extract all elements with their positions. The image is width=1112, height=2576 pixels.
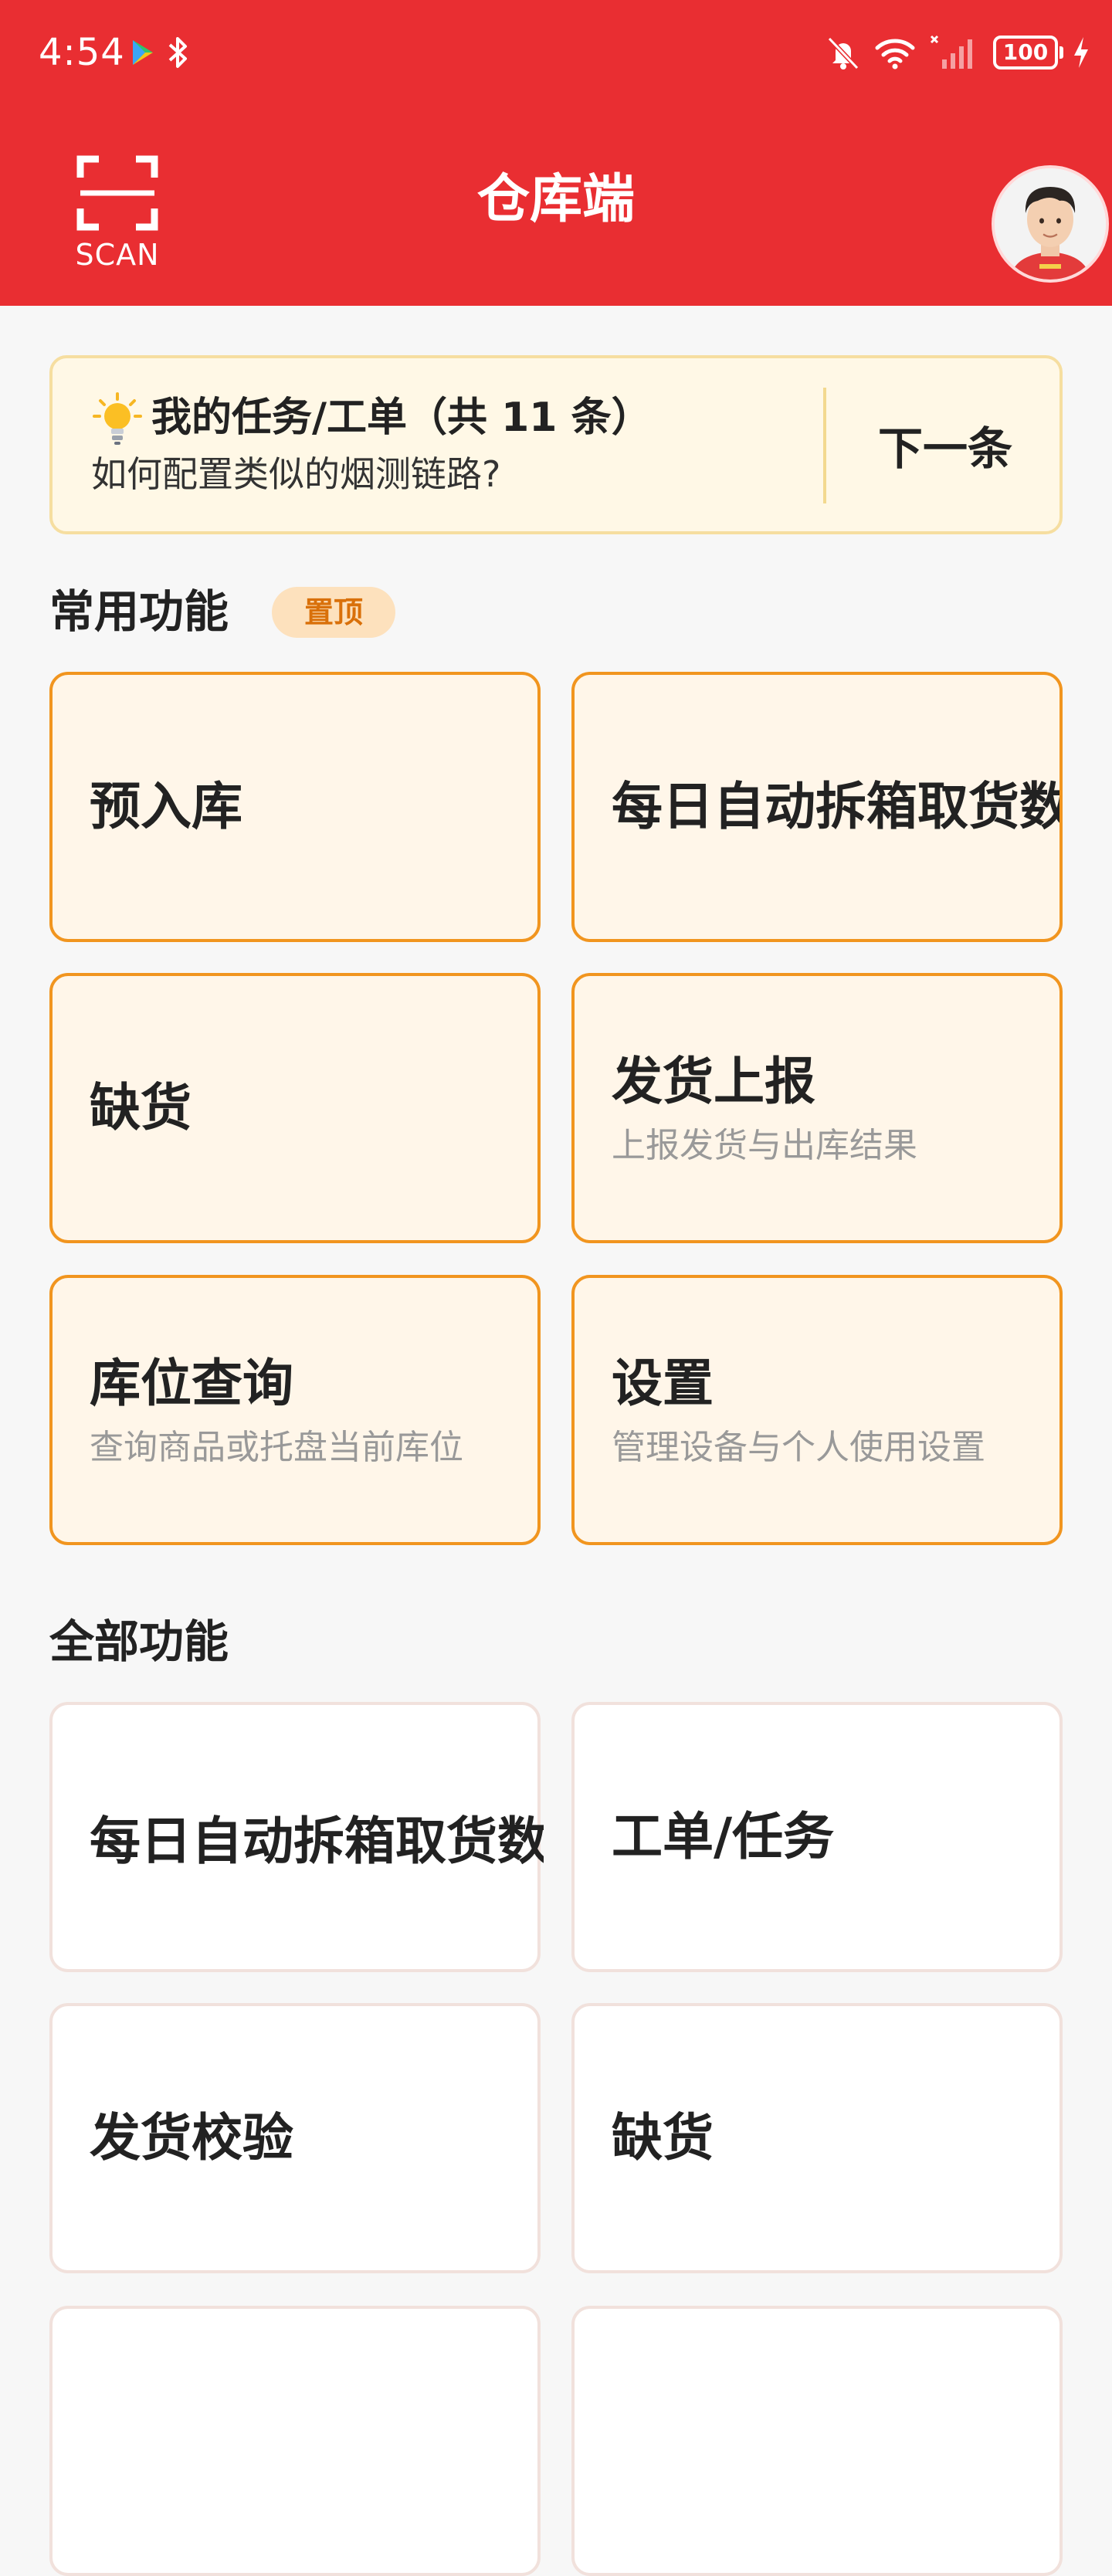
status-bar: 4:54 100 — [0, 0, 1112, 105]
avatar-image — [995, 168, 1106, 280]
tile-location-query[interactable]: 库位查询 查询商品或托盘当前库位 — [49, 1275, 541, 1545]
tile-subtitle: 查询商品或托盘当前库位 — [90, 1428, 463, 1467]
no-signal-icon — [930, 35, 972, 69]
bluetooth-icon — [168, 37, 187, 68]
pin-top-badge[interactable]: 置顶 — [272, 587, 395, 638]
tile-pre-inbound[interactable]: 预入库 — [49, 672, 541, 942]
app-header: 4:54 100 SCAN 仓库端 — [0, 0, 1112, 306]
play-store-notification-icon — [133, 40, 153, 65]
page-title: 仓库端 — [476, 169, 635, 230]
task-banner[interactable]: 我的任务/工单（共 11 条） 如何配置类似的烟测链路? 下一条 — [49, 355, 1063, 534]
status-time: 4:54 — [39, 31, 125, 74]
tile-title: 设置 — [612, 1354, 714, 1413]
lightbulb-icon — [93, 392, 142, 445]
all-functions-section-title: 全部功能 — [49, 1615, 229, 1668]
tile-title: 每日自动拆箱取货数 — [612, 777, 1063, 836]
status-right-icons: 100 — [826, 31, 1090, 74]
tile-all-partial-left[interactable] — [49, 2306, 541, 2576]
tile-shipment-report[interactable]: 发货上报 上报发货与出库结果 — [571, 973, 1063, 1243]
tile-title: 发货校验 — [90, 2108, 293, 2168]
next-task-button[interactable]: 下一条 — [831, 358, 1059, 531]
tile-title: 每日自动拆箱取货数 — [90, 1812, 544, 1871]
scan-label: SCAN — [75, 238, 160, 272]
tile-subtitle: 管理设备与个人使用设置 — [612, 1428, 985, 1467]
favorites-section-title: 常用功能 — [49, 585, 229, 638]
tile-title: 预入库 — [90, 777, 242, 836]
tile-title: 缺货 — [90, 1078, 192, 1137]
tile-title: 缺货 — [612, 2108, 714, 2168]
tile-title: 库位查询 — [90, 1354, 293, 1413]
tile-all-shipment-verify[interactable]: 发货校验 — [49, 2003, 541, 2273]
task-banner-divider — [823, 388, 826, 503]
tile-subtitle: 上报发货与出库结果 — [612, 1126, 917, 1165]
mute-icon — [827, 36, 859, 70]
battery-indicator: 100 — [993, 36, 1063, 69]
tile-all-partial-right[interactable] — [571, 2306, 1063, 2576]
tile-out-of-stock[interactable]: 缺货 — [49, 973, 541, 1243]
tile-settings[interactable]: 设置 管理设备与个人使用设置 — [571, 1275, 1063, 1545]
tile-all-daily-unbox-pick-count[interactable]: 每日自动拆箱取货数 — [49, 1702, 544, 1972]
wifi-icon — [875, 39, 915, 69]
tile-all-work-orders[interactable]: 工单/任务 — [571, 1702, 1063, 1972]
tile-daily-unbox-pick-count[interactable]: 每日自动拆箱取货数 — [571, 672, 1063, 942]
task-banner-title: 我的任务/工单（共 11 条） — [151, 395, 652, 441]
charging-icon — [1074, 37, 1088, 68]
tile-title: 工单/任务 — [612, 1807, 835, 1866]
user-avatar[interactable] — [992, 165, 1109, 283]
tile-all-out-of-stock[interactable]: 缺货 — [571, 2003, 1063, 2273]
task-banner-subtitle: 如何配置类似的烟测链路? — [91, 453, 501, 495]
tile-title: 发货上报 — [612, 1052, 815, 1111]
